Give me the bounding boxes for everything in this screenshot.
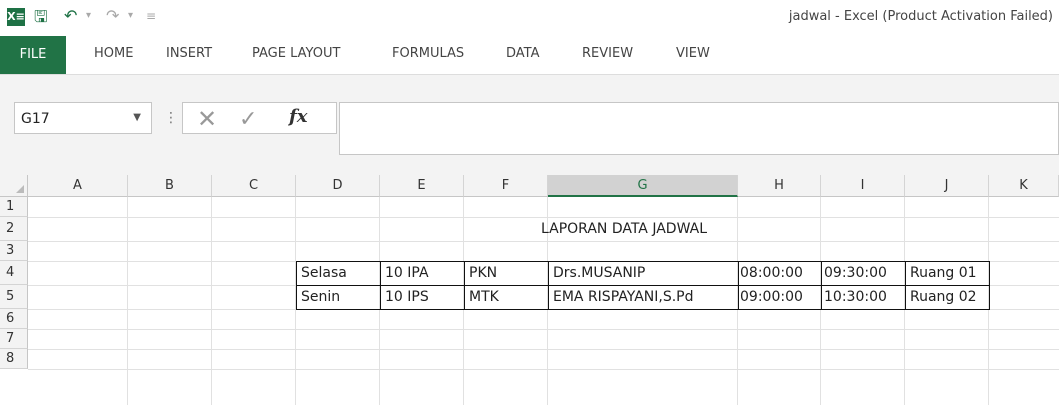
formula-bar-area: G17 ▼ ⋮ ✕ ✓ fx xyxy=(0,74,1059,176)
column-header-b[interactable]: B xyxy=(128,175,212,197)
table-cell[interactable]: 09:30:00 xyxy=(821,261,906,286)
row-header-3[interactable]: 3 xyxy=(0,241,28,261)
row-header-6[interactable]: 6 xyxy=(0,309,28,329)
chevron-down-icon[interactable]: ▼ xyxy=(133,112,141,123)
worksheet-grid: A B C D E F G H I J K 1 2 3 4 5 6 7 8 LA… xyxy=(0,175,1059,405)
tab-formulas[interactable]: FORMULAS xyxy=(392,46,464,61)
table-cell[interactable]: EMA RISPAYANI,S.Pd xyxy=(548,285,739,310)
vertical-dots-icon: ⋮ xyxy=(164,110,178,126)
table-cell[interactable]: MTK xyxy=(464,285,549,310)
tab-home[interactable]: HOME xyxy=(94,46,133,61)
tab-page-layout[interactable]: PAGE LAYOUT xyxy=(252,46,340,61)
column-header-c[interactable]: C xyxy=(212,175,296,197)
undo-dropdown-icon[interactable]: ▾ xyxy=(86,10,91,21)
column-header-h[interactable]: H xyxy=(738,175,821,197)
table-cell[interactable]: Senin xyxy=(296,285,381,310)
save-icon[interactable]: 🖫 xyxy=(34,6,48,33)
row-header-2[interactable]: 2 xyxy=(0,217,28,241)
table-cell[interactable]: 10:30:00 xyxy=(821,285,906,310)
row-header-4[interactable]: 4 xyxy=(0,261,28,285)
column-header-f[interactable]: F xyxy=(464,175,548,197)
enter-check-icon[interactable]: ✓ xyxy=(239,107,257,132)
tab-data[interactable]: DATA xyxy=(506,46,540,61)
formula-buttons: ✕ ✓ fx xyxy=(182,102,337,134)
table-cell[interactable]: 08:00:00 xyxy=(738,261,822,286)
undo-icon[interactable]: ↶ xyxy=(64,6,77,25)
insert-function-icon[interactable]: fx xyxy=(289,106,307,127)
column-header-i[interactable]: I xyxy=(821,175,905,197)
table-cell[interactable]: Drs.MUSANIP xyxy=(548,261,739,286)
table-cell[interactable]: 09:00:00 xyxy=(738,285,822,310)
row-header-8[interactable]: 8 xyxy=(0,349,28,369)
redo-dropdown-icon[interactable]: ▾ xyxy=(128,10,133,21)
column-header-d[interactable]: D xyxy=(296,175,380,197)
table-cell[interactable]: 10 IPS xyxy=(380,285,465,310)
table-cell[interactable]: Ruang 02 xyxy=(905,285,990,310)
column-header-a[interactable]: A xyxy=(28,175,128,197)
row-header-7[interactable]: 7 xyxy=(0,329,28,349)
table-cell[interactable]: Ruang 01 xyxy=(905,261,990,286)
formula-input[interactable] xyxy=(339,102,1059,155)
window-title: jadwal - Excel (Product Activation Faile… xyxy=(788,9,1053,24)
select-all-corner[interactable] xyxy=(0,175,28,197)
ribbon-tabs: FILE HOME INSERT PAGE LAYOUT FORMULAS DA… xyxy=(0,36,1059,74)
name-box-value: G17 xyxy=(21,111,50,127)
report-title[interactable]: LAPORAN DATA JADWAL xyxy=(541,221,707,237)
table-cell[interactable]: 10 IPA xyxy=(380,261,465,286)
column-header-g[interactable]: G xyxy=(548,175,738,197)
customize-toolbar-icon[interactable]: ≡ xyxy=(146,9,156,23)
tab-file[interactable]: FILE xyxy=(0,36,66,74)
table-cell[interactable]: PKN xyxy=(464,261,549,286)
excel-logo-icon: X≡ xyxy=(7,8,25,26)
column-header-e[interactable]: E xyxy=(380,175,464,197)
redo-icon[interactable]: ↷ xyxy=(106,6,119,25)
cancel-icon[interactable]: ✕ xyxy=(197,105,217,133)
tab-insert[interactable]: INSERT xyxy=(166,46,212,61)
row-header-5[interactable]: 5 xyxy=(0,285,28,309)
name-box[interactable]: G17 ▼ xyxy=(14,102,152,134)
row-header-1[interactable]: 1 xyxy=(0,197,28,217)
column-header-j[interactable]: J xyxy=(905,175,989,197)
title-bar: X≡ 🖫 ↶ ▾ ↷ ▾ ≡ jadwal - Excel (Product A… xyxy=(0,0,1059,36)
tab-review[interactable]: REVIEW xyxy=(582,46,633,61)
tab-view[interactable]: VIEW xyxy=(676,46,710,61)
column-header-k[interactable]: K xyxy=(989,175,1059,197)
table-cell[interactable]: Selasa xyxy=(296,261,381,286)
